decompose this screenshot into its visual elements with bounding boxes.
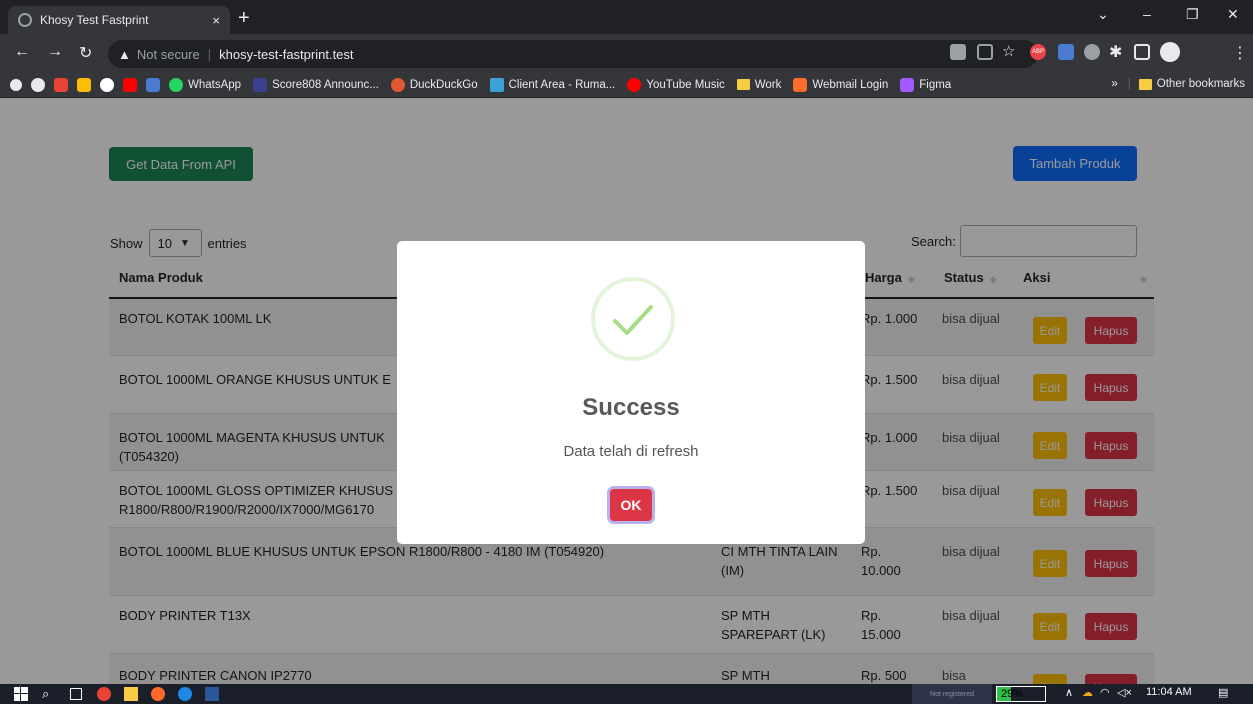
address-bar[interactable]: ▲ Not secure | khosy-test-fastprint.test [108,40,1038,68]
new-tab-button[interactable]: + [238,8,250,28]
word-icon[interactable] [205,687,219,701]
whatsapp-icon [169,77,183,92]
bookmark-whatsapp[interactable]: WhatsApp [169,77,242,92]
volume-muted-icon[interactable]: ◁× [1117,686,1132,699]
bookmark-label: Figma [919,78,952,91]
folder-icon [736,79,750,90]
notifications-icon[interactable]: ▤ [1218,686,1228,699]
app-taskbar-icon[interactable] [151,687,165,701]
gmail-icon[interactable] [54,77,68,92]
battery-fill: 29% [997,687,1023,701]
back-icon[interactable]: ← [14,43,30,61]
apps-icon[interactable] [10,78,22,91]
bookmark-work[interactable]: Work [736,78,782,91]
bookmark-label: WhatsApp [188,78,242,91]
windows-start-icon[interactable] [14,687,28,701]
page-content: Get Data From API Tambah Produk Show 10 … [0,98,1253,684]
figma-icon [900,77,915,92]
warning-icon: ▲ [118,46,131,62]
client-area-icon [489,77,504,92]
success-check-icon [591,277,675,361]
bookmarks-bar: WhatsApp Score808 Announc... DuckDuckGo … [0,72,1253,98]
google-icon[interactable] [100,77,114,92]
profile-avatar[interactable] [1160,42,1180,62]
menu-icon[interactable]: ⋮ [1232,43,1248,63]
taskbar: ⌕ Not registered 29% ∧ ☁ ◠ ◁× 11:04 AM ▤ [0,684,1253,704]
other-bookmarks[interactable]: Other bookmarks [1138,78,1245,90]
dialog-message: Data telah di refresh [563,443,699,460]
browser-toolbar: ← → ↻ ▲ Not secure | khosy-test-fastprin… [0,34,1253,72]
bookmark-client-area[interactable]: Client Area - Ruma... [489,77,616,92]
bookmark-score808[interactable]: Score808 Announc... [253,77,379,92]
tray-chevron-icon[interactable]: ∧ [1065,686,1073,699]
url-separator: | [207,46,212,62]
other-bookmarks-label: Other bookmarks [1156,78,1245,90]
chrome-taskbar-icon[interactable] [97,687,111,701]
bookmark-label: Work [754,78,782,91]
bookmark-duckduckgo[interactable]: DuckDuckGo [390,77,478,92]
youtube-icon[interactable] [123,77,137,92]
weather-icon[interactable]: ☁ [1082,686,1093,699]
clock[interactable]: 11:04 AM [1146,686,1192,698]
extension-icon[interactable] [1058,44,1074,60]
youtube-music-icon [627,77,642,92]
share-icon[interactable] [977,44,993,60]
browser-tab[interactable]: Khosy Test Fastprint × [8,6,230,34]
not-registered-label: Not registered [912,684,992,704]
bookmark-label: YouTube Music [646,78,725,91]
success-dialog: Success Data telah di refresh OK [397,241,865,544]
tab-close-icon[interactable]: × [212,13,220,28]
side-panel-icon[interactable] [1134,44,1150,60]
bookmark-webmail[interactable]: Webmail Login [793,77,889,92]
bookmark-globe-icon[interactable] [31,77,45,92]
minimize-icon[interactable]: – [1143,6,1151,22]
bookmark-label: DuckDuckGo [409,78,478,91]
close-window-icon[interactable]: ✕ [1227,6,1239,23]
bookmark-label: Client Area - Ruma... [508,78,616,91]
browser-tab-bar: Khosy Test Fastprint × + ⌄ – ❐ ✕ [0,0,1253,34]
score808-icon [253,77,268,92]
bookmark-label: Score808 Announc... [272,78,379,91]
bookmark-star-icon[interactable]: ☆ [1002,42,1015,60]
duckduckgo-icon [390,77,405,92]
bookmark-youtube-music[interactable]: YouTube Music [627,77,725,92]
file-explorer-icon[interactable] [124,687,138,701]
restore-icon[interactable]: ❐ [1186,6,1199,23]
wifi-icon[interactable]: ◠ [1100,686,1110,699]
battery-indicator[interactable]: 29% [996,686,1046,702]
bookmark-label: Webmail Login [812,78,889,91]
tab-title: Khosy Test Fastprint [40,13,149,27]
tab-search-icon[interactable]: ⌄ [1097,6,1109,23]
reload-icon[interactable]: ↻ [79,43,92,63]
camera-extension-icon[interactable] [1084,44,1100,60]
check-mark-icon [613,305,653,335]
forward-icon[interactable]: → [47,43,63,61]
bookmark-figma[interactable]: Figma [900,77,952,92]
bookmarks-overflow-area: » | Other bookmarks [1111,78,1245,90]
not-secure-label: Not secure [136,46,200,62]
ok-button[interactable]: OK [610,489,652,521]
browser-taskbar-icon[interactable] [178,687,192,701]
drive-icon[interactable] [77,77,91,92]
adblock-icon[interactable]: ABP [1030,44,1046,60]
translate-icon[interactable] [950,44,966,60]
tab-favicon-icon [18,13,32,27]
bookmarks-divider: | [1127,78,1131,90]
search-icon[interactable]: ⌕ [42,686,56,701]
dialog-title: Success [582,394,680,421]
bookmarks-overflow-button[interactable]: » [1111,78,1117,90]
translate-bookmark-icon[interactable] [146,77,160,92]
folder-icon [1138,78,1152,90]
cpanel-icon [793,77,808,92]
extensions-puzzle-icon[interactable]: ✱ [1109,42,1122,62]
task-view-icon[interactable] [70,688,82,700]
url-text: khosy-test-fastprint.test [219,46,354,62]
